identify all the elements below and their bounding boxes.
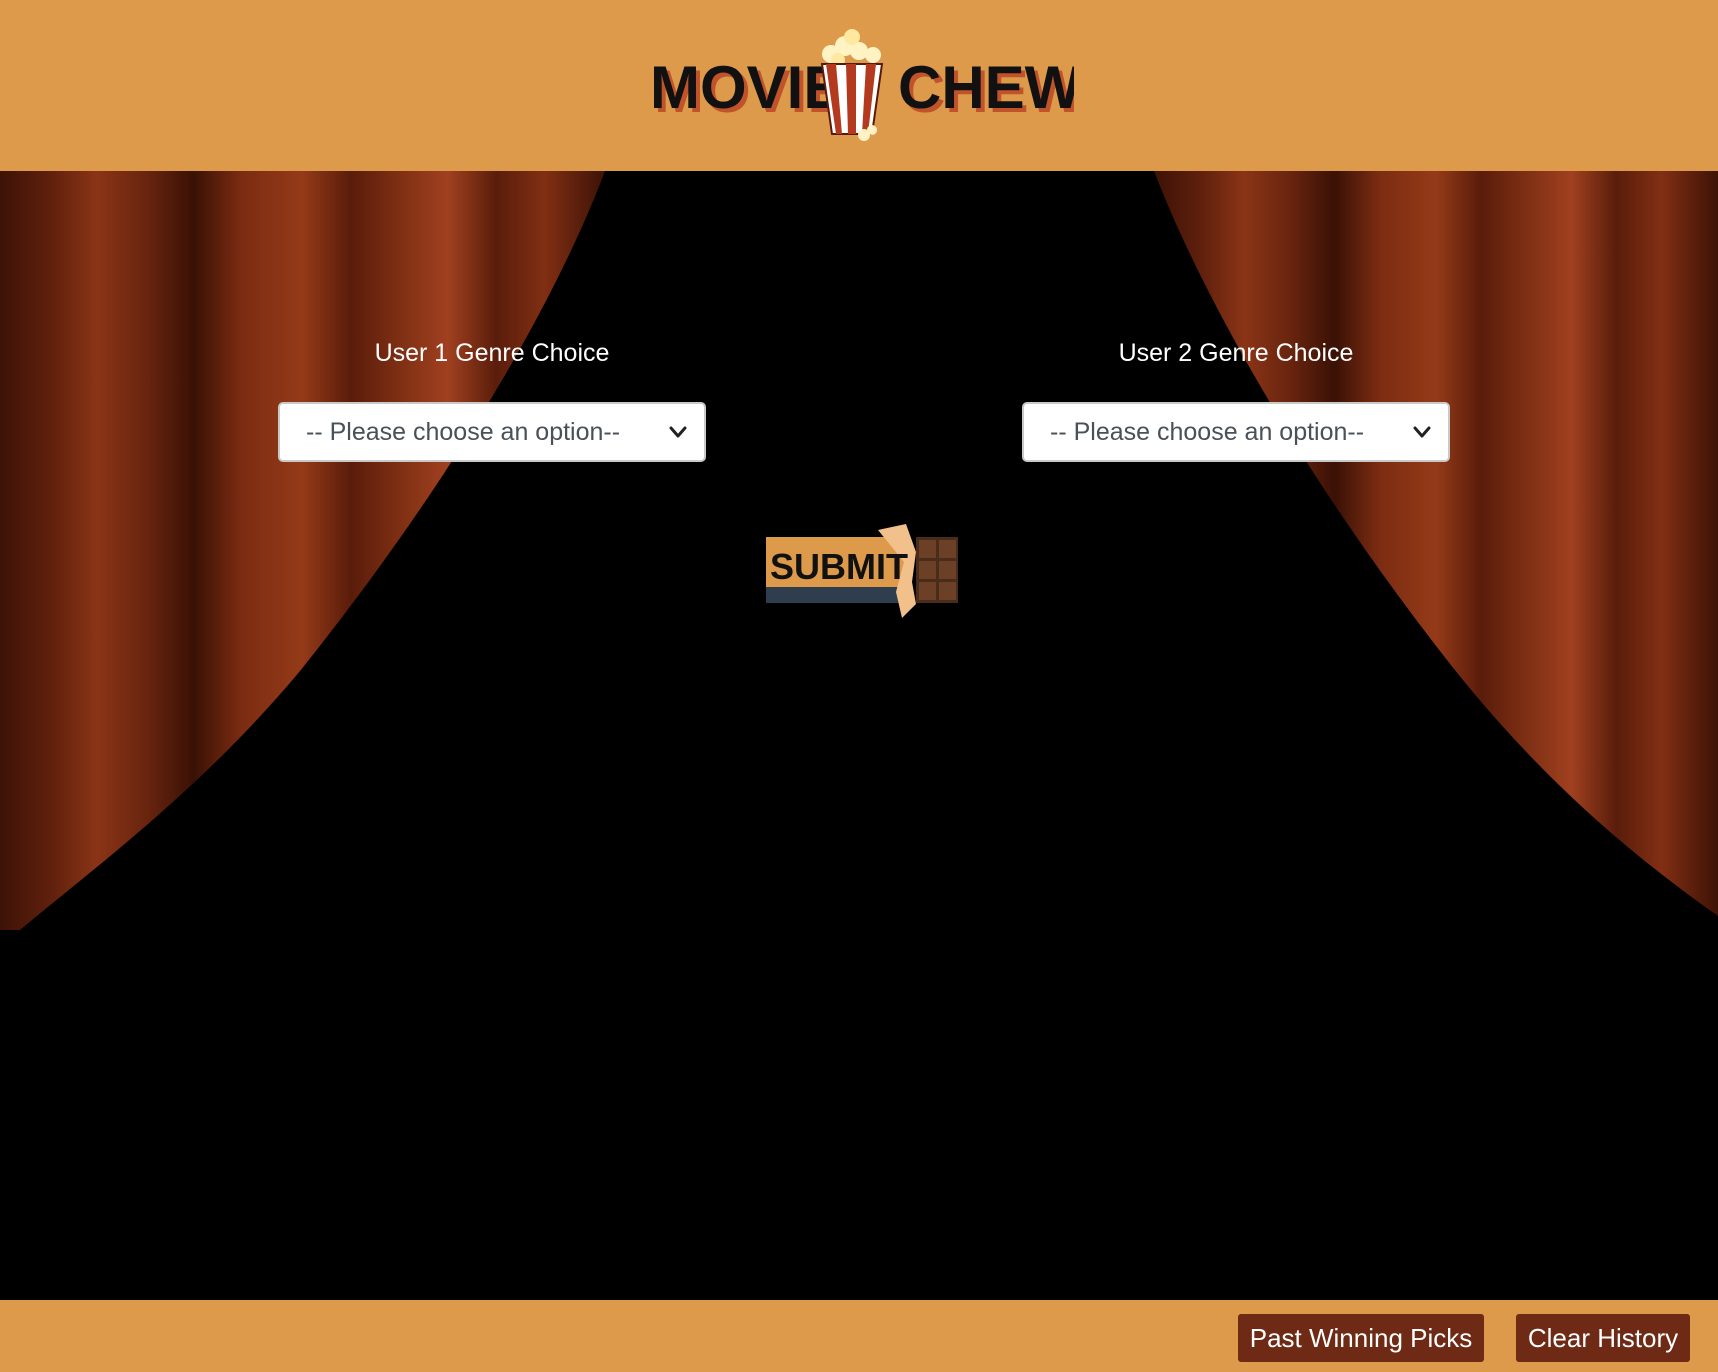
- user1-genre-label: User 1 Genre Choice: [374, 339, 610, 367]
- right-curtain: [1154, 171, 1718, 916]
- stage-area: User 1 Genre Choice -- Please choose an …: [0, 171, 1718, 930]
- submit-button[interactable]: SUBMIT: [766, 522, 962, 622]
- left-curtain: [0, 171, 605, 930]
- logo-word-left: MOVIE: [650, 54, 843, 121]
- submit-label: SUBMIT: [770, 546, 908, 587]
- user2-genre-select[interactable]: -- Please choose an option--: [1022, 402, 1450, 462]
- user1-genre-select[interactable]: -- Please choose an option--: [278, 402, 706, 462]
- past-winning-picks-button[interactable]: Past Winning Picks: [1238, 1314, 1484, 1362]
- user1-select-value: -- Please choose an option--: [306, 418, 621, 446]
- results-area: [0, 930, 1718, 1300]
- movie-chews-logo[interactable]: MOVIE MOVIE CHEWS CHEWS: [650, 24, 1074, 148]
- popcorn-icon: [820, 29, 884, 141]
- chevron-down-icon: [669, 426, 687, 438]
- chevron-down-icon: [1413, 426, 1431, 438]
- user2-select-value: -- Please choose an option--: [1050, 418, 1365, 446]
- logo-word-right: CHEWS: [898, 54, 1074, 121]
- site-footer: Past Winning Picks Clear History: [0, 1300, 1718, 1372]
- clear-history-button[interactable]: Clear History: [1516, 1314, 1690, 1362]
- user2-genre-label: User 2 Genre Choice: [1118, 339, 1354, 367]
- site-header: MOVIE MOVIE CHEWS CHEWS: [0, 0, 1718, 171]
